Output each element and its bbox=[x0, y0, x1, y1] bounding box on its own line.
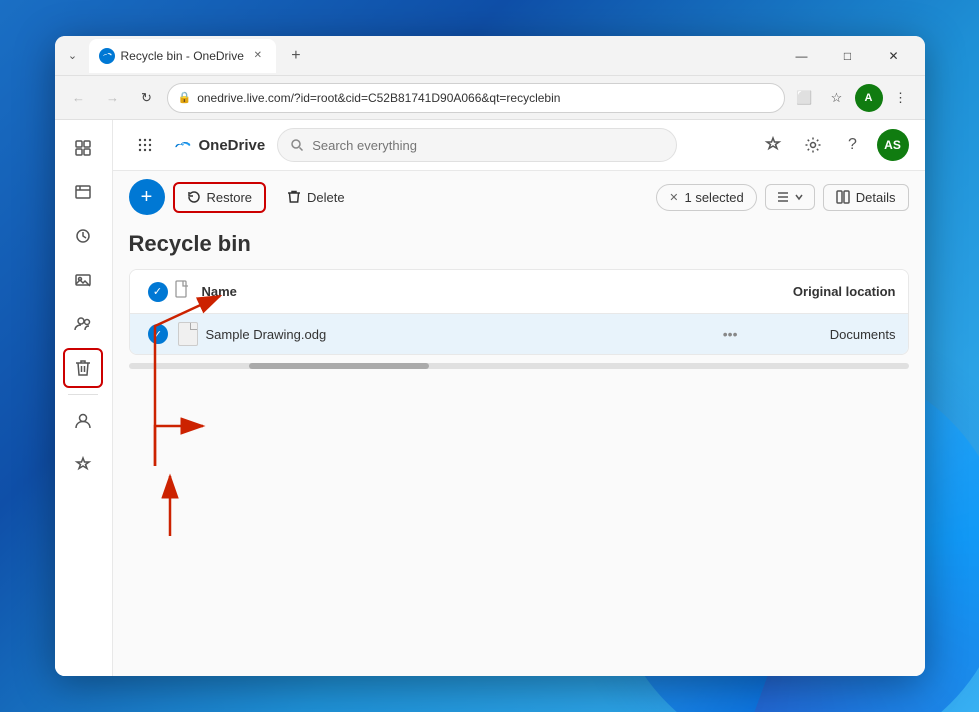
search-input[interactable] bbox=[312, 138, 664, 153]
forward-button[interactable]: → bbox=[99, 84, 127, 112]
column-location-header: Original location bbox=[696, 284, 896, 299]
delete-icon bbox=[287, 190, 301, 204]
tab-chevron[interactable]: ⌄ bbox=[63, 46, 83, 66]
menu-dots-icon[interactable]: ⋮ bbox=[887, 84, 915, 112]
column-name-header: Name bbox=[202, 284, 696, 299]
sidebar-item-recycle-bin[interactable] bbox=[63, 348, 103, 388]
sidebar-item-account[interactable] bbox=[63, 401, 103, 441]
sidebar-item-premium[interactable] bbox=[63, 445, 103, 485]
selected-count-text: 1 selected bbox=[684, 190, 743, 205]
tab-close-button[interactable]: ✕ bbox=[250, 48, 266, 64]
row-more-button[interactable]: ••• bbox=[715, 326, 746, 342]
header-actions: ? AS bbox=[757, 129, 909, 161]
sidebar bbox=[55, 120, 113, 676]
details-label: Details bbox=[856, 190, 896, 205]
sidebar-item-photos[interactable] bbox=[63, 260, 103, 300]
onedrive-logo: OneDrive bbox=[173, 137, 266, 154]
table-header: ✓ Name Original location bbox=[130, 270, 908, 314]
tab-strip: ⌄ Recycle bin - OneDrive ✕ + bbox=[63, 39, 310, 73]
settings-icon[interactable] bbox=[797, 129, 829, 161]
add-button[interactable]: + bbox=[129, 179, 165, 215]
active-tab[interactable]: Recycle bin - OneDrive ✕ bbox=[89, 39, 276, 73]
chevron-down-icon bbox=[794, 192, 804, 202]
help-icon[interactable]: ? bbox=[837, 129, 869, 161]
url-text: onedrive.live.com/?id=root&cid=C52B81741… bbox=[197, 91, 773, 105]
back-button[interactable]: ← bbox=[65, 84, 93, 112]
close-selection-icon: ✕ bbox=[669, 191, 678, 204]
restore-label: Restore bbox=[207, 190, 253, 205]
sidebar-item-home[interactable] bbox=[63, 128, 103, 168]
horizontal-scrollbar[interactable] bbox=[129, 363, 909, 369]
address-actions: ⬜ ☆ A ⋮ bbox=[791, 84, 915, 112]
checkbox-checked-icon: ✓ bbox=[148, 324, 168, 344]
tab-title: Recycle bin - OneDrive bbox=[121, 49, 244, 63]
security-icon: 🔒 bbox=[178, 91, 192, 104]
user-avatar[interactable]: AS bbox=[877, 129, 909, 161]
apps-grid-button[interactable] bbox=[129, 129, 161, 161]
favorites-icon[interactable]: ☆ bbox=[823, 84, 851, 112]
window-controls: — □ ✕ bbox=[779, 40, 917, 72]
maximize-button[interactable]: □ bbox=[825, 40, 871, 72]
page-content: Recycle bin ✓ Name Original location bbox=[113, 223, 925, 676]
new-tab-button[interactable]: + bbox=[282, 42, 310, 70]
sidebar-divider bbox=[68, 394, 98, 395]
delete-button[interactable]: Delete bbox=[274, 183, 358, 212]
refresh-button[interactable]: ↻ bbox=[133, 84, 161, 112]
profile-avatar[interactable]: A bbox=[855, 84, 883, 112]
title-bar: ⌄ Recycle bin - OneDrive ✕ + — □ ✕ bbox=[55, 36, 925, 76]
details-icon bbox=[836, 190, 850, 204]
minimize-button[interactable]: — bbox=[779, 40, 825, 72]
row-filename: Sample Drawing.odg bbox=[202, 327, 715, 342]
table-row[interactable]: ✓ Sample Drawing.odg ••• Documents bbox=[130, 314, 908, 354]
list-view-icon bbox=[776, 190, 790, 204]
scrollbar-thumb[interactable] bbox=[249, 363, 429, 369]
selected-count-badge[interactable]: ✕ 1 selected bbox=[656, 184, 756, 211]
close-button[interactable]: ✕ bbox=[871, 40, 917, 72]
header-file-icon bbox=[174, 280, 202, 303]
page-title: Recycle bin bbox=[129, 231, 909, 257]
row-file-icon bbox=[174, 322, 202, 346]
file-document-icon bbox=[178, 322, 198, 346]
content-area: OneDrive ? AS bbox=[113, 120, 925, 676]
sidebar-item-recent[interactable] bbox=[63, 216, 103, 256]
url-bar[interactable]: 🔒 onedrive.live.com/?id=root&cid=C52B817… bbox=[167, 83, 785, 113]
delete-label: Delete bbox=[307, 190, 345, 205]
row-checkbox[interactable]: ✓ bbox=[142, 324, 174, 344]
restore-icon bbox=[187, 190, 201, 204]
onedrive-header: OneDrive ? AS bbox=[113, 120, 925, 171]
restore-button[interactable]: Restore bbox=[173, 182, 267, 213]
premium-icon[interactable] bbox=[757, 129, 789, 161]
file-table: ✓ Name Original location ✓ bbox=[129, 269, 909, 355]
row-location: Documents bbox=[746, 327, 896, 342]
search-bar[interactable] bbox=[277, 128, 677, 162]
sidebar-item-shared[interactable] bbox=[63, 304, 103, 344]
details-button[interactable]: Details bbox=[823, 184, 909, 211]
tab-favicon bbox=[99, 48, 115, 64]
view-toggle-button[interactable] bbox=[765, 184, 815, 210]
screen-cast-icon[interactable]: ⬜ bbox=[791, 84, 819, 112]
main-content: OneDrive ? AS bbox=[55, 120, 925, 676]
header-checkbox[interactable]: ✓ bbox=[142, 282, 174, 302]
search-icon bbox=[290, 138, 304, 152]
address-bar: ← → ↻ 🔒 onedrive.live.com/?id=root&cid=C… bbox=[55, 76, 925, 120]
sidebar-item-files[interactable] bbox=[63, 172, 103, 212]
app-title: OneDrive bbox=[199, 137, 266, 154]
action-toolbar: + Restore Delete ✕ 1 selected bbox=[113, 171, 925, 223]
header-check-icon: ✓ bbox=[148, 282, 168, 302]
